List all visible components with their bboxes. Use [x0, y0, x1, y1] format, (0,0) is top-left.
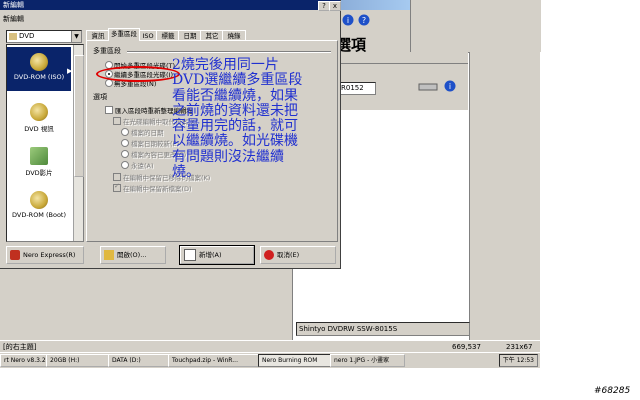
chevron-right-icon: ▶: [67, 67, 73, 75]
radio-label: 永遠(A): [131, 162, 154, 170]
dvd-disc-icon: [30, 53, 48, 71]
drive-status: Shintyo DVDRW SSW-8015S: [296, 322, 470, 336]
list-item[interactable]: DVD影片: [7, 147, 71, 177]
close-button[interactable]: x: [329, 1, 341, 11]
taskbar-item[interactable]: rt Nero v8.3.2...: [0, 354, 49, 367]
list-item-label: DVD-ROM (Boot): [11, 211, 67, 219]
disc-type-combo[interactable]: DVD ▼: [6, 30, 82, 43]
drive-icon[interactable]: [418, 82, 438, 95]
list-item-label: DVD影片: [25, 169, 53, 177]
new-button[interactable]: 新增(A): [179, 245, 255, 265]
taskbar-item[interactable]: Nero Burning ROM: [258, 354, 333, 367]
radio-content-changed[interactable]: [121, 150, 129, 158]
button-label: 取消(E): [277, 251, 300, 259]
svg-text:?: ?: [362, 16, 366, 25]
info-icon[interactable]: i: [444, 80, 456, 95]
tab-multisession[interactable]: 多重區段: [108, 28, 140, 41]
list-item[interactable]: DVD-ROM (ISO) ▶: [7, 47, 73, 91]
taskbar: 下午 12:53 rt Nero v8.3.2... 20GB (H:) DATA …: [0, 352, 540, 367]
cancel-button[interactable]: 取消(E): [260, 246, 336, 264]
replace-files-checkbox[interactable]: [113, 117, 121, 125]
refresh-on-import-checkbox[interactable]: [105, 106, 113, 114]
watermark: #68285: [594, 386, 631, 396]
new-document-icon: [184, 249, 196, 261]
radio-label: 檔案的日期: [131, 129, 164, 137]
list-item[interactable]: DVD-ROM (Boot): [7, 191, 71, 219]
combo-value: DVD: [19, 32, 35, 40]
keep-new-files-checkbox[interactable]: [113, 182, 121, 192]
help-icon[interactable]: i: [342, 14, 354, 29]
button-label: 新增(A): [199, 251, 222, 259]
svg-text:i: i: [347, 16, 349, 25]
radio-file-date[interactable]: [121, 128, 129, 136]
taskbar-item[interactable]: nero 1.JPG - 小畫家: [330, 354, 405, 367]
button-label: Nero Express(R): [23, 251, 76, 259]
dialog-title-bar: [0, 0, 340, 10]
taskbar-item[interactable]: 20GB (H:): [46, 354, 111, 367]
button-label: 開啟(O)...: [117, 251, 147, 259]
disc-icon: [9, 33, 17, 40]
nero-icon: [10, 250, 20, 260]
background-dropdown[interactable]: R0152: [338, 82, 376, 95]
list-scrollbar[interactable]: [73, 45, 84, 241]
group-divider: [127, 51, 331, 53]
folder-icon: [104, 250, 114, 260]
keep-removed-files-checkbox[interactable]: [113, 173, 121, 181]
radio-always[interactable]: [121, 161, 129, 169]
background-toolbar: [410, 0, 541, 52]
taskbar-item[interactable]: DATA (D:): [108, 354, 171, 367]
dvd-boot-icon: [30, 191, 48, 209]
group-multisession-label: 多重區段: [93, 47, 121, 55]
dialog-title: 新編輯: [3, 1, 24, 9]
taskbar-item[interactable]: Touchpad.zip - WinR...: [168, 354, 261, 367]
checkbox-label: 在編輯中保留新檔案(D): [123, 185, 192, 193]
dvd-video-icon: [30, 103, 48, 121]
chevron-down-icon[interactable]: ▼: [71, 31, 81, 42]
radio-newer-date[interactable]: [121, 139, 129, 147]
svg-text:i: i: [449, 82, 451, 91]
annotation-text: 2燒完後用同一片DVD選繼續多重區段看能否繼續燒，如果之前燒的資料還未把容量用完…: [172, 57, 303, 181]
nero-express-button[interactable]: Nero Express(R): [6, 246, 84, 264]
list-item[interactable]: DVD 視訊: [7, 103, 71, 133]
question-icon[interactable]: ?: [358, 14, 370, 29]
taskbar-clock: 下午 12:53: [498, 354, 538, 367]
group-options-label: 選項: [93, 93, 107, 101]
scrollbar-thumb[interactable]: [74, 55, 84, 177]
list-item-label: DVD-ROM (ISO): [13, 73, 65, 81]
highlight-circle: [96, 66, 180, 82]
compilation-type-list[interactable]: DVD-ROM (ISO) ▶ DVD 視訊 DVD影片 DVD-ROM (Bo…: [6, 44, 84, 242]
dialog-subtitle: 新編輯: [3, 15, 24, 23]
open-button[interactable]: 開啟(O)...: [100, 246, 166, 264]
dvd-movie-icon: [30, 147, 48, 165]
cancel-icon: [264, 250, 274, 260]
list-item-label: DVD 視訊: [24, 125, 54, 133]
